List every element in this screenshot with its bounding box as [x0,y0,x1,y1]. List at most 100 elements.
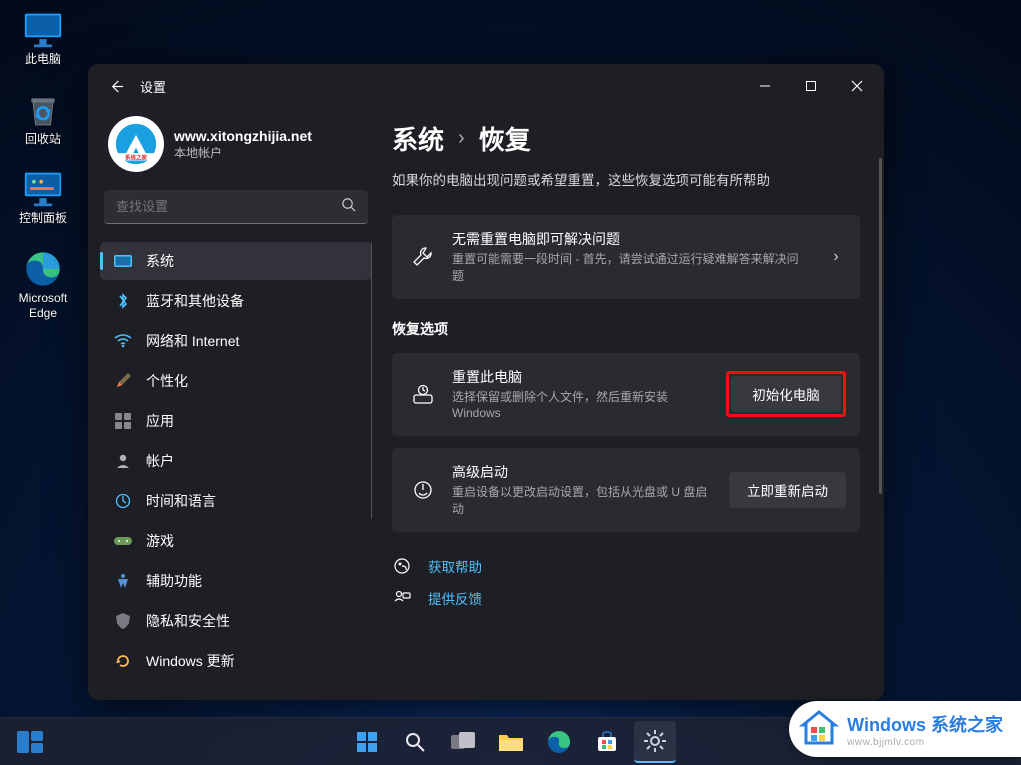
start-button[interactable] [346,721,388,763]
card-troubleshoot[interactable]: 无需重置电脑即可解决问题 重置可能需要一段时间 - 首先，请尝试通过运行疑难解答… [392,215,860,299]
wifi-icon [114,332,132,350]
card-reset-pc: 重置此电脑 选择保留或删除个人文件，然后重新安装 Windows 初始化电脑 [392,353,860,437]
feedback-icon [392,588,412,608]
nav-label: 系统 [146,251,174,271]
profile-type: 本地帐户 [174,144,312,161]
breadcrumb-parent[interactable]: 系统 [392,120,444,157]
clock-globe-icon [114,492,132,510]
nav-time[interactable]: 时间和语言 [100,482,372,520]
watermark-url: www.bjjmlv.com [847,737,1003,748]
nav-apps[interactable]: 应用 [100,402,372,440]
profile[interactable]: 系统之家 www.xitongzhijia.net 本地帐户 [100,108,372,190]
settings-window: 设置 系统之家 www.xitongzhijia.net 本地帐户 [88,64,884,700]
search-box[interactable] [104,190,368,224]
card-desc: 重启设备以更改启动设置，包括从光盘或 U 盘启动 [452,484,713,518]
nav-accessibility[interactable]: 辅助功能 [100,562,372,600]
help-icon [392,556,412,576]
desktop-icons: 此电脑 回收站 控制面板 Microsoft Edge [8,10,78,344]
nav-label: 蓝牙和其他设备 [146,291,244,311]
svg-text:系统之家: 系统之家 [125,154,148,162]
nav-accounts[interactable]: 帐户 [100,442,372,480]
card-title: 高级启动 [452,462,713,482]
edge-icon [21,249,65,289]
advanced-startup-icon [410,477,436,503]
nav-label: 辅助功能 [146,571,202,591]
nav-label: 帐户 [146,451,174,471]
nav-label: 游戏 [146,531,174,551]
apps-icon [114,412,132,430]
sidebar: 系统之家 www.xitongzhijia.net 本地帐户 系统 [88,108,384,700]
reset-pc-icon [410,381,436,407]
recycle-bin-icon [21,90,65,130]
nav-bluetooth[interactable]: 蓝牙和其他设备 [100,282,372,320]
chevron-right-icon: › [458,127,465,150]
minimize-button[interactable] [742,66,788,106]
widgets-button[interactable] [10,726,50,758]
nav-active-indicator [100,252,103,270]
wrench-icon [410,244,436,270]
nav-list: 系统 蓝牙和其他设备 网络和 Internet 个性化 应用 [100,242,372,688]
watermark-brand: Windows 系统之家 [847,715,1003,735]
monitor-icon [21,10,65,50]
nav-gaming[interactable]: 游戏 [100,522,372,560]
titlebar: 设置 [88,64,884,108]
search-icon [341,197,356,217]
search-button[interactable] [394,721,436,763]
system-icon [114,252,132,270]
content-scrollbar[interactable] [879,158,882,700]
nav-label: Windows 更新 [146,651,235,671]
highlight-annotation: 初始化电脑 [726,371,846,417]
icon-label: 回收站 [8,132,78,148]
back-button[interactable] [98,68,134,104]
close-button[interactable] [834,66,880,106]
sidebar-scrollbar[interactable] [371,242,372,688]
chevron-right-icon[interactable]: › [826,248,846,266]
bluetooth-icon [114,292,132,310]
restart-now-button[interactable]: 立即重新启动 [729,472,846,508]
control-panel-icon [21,169,65,209]
profile-name: www.xitongzhijia.net [174,128,312,144]
taskview-button[interactable] [442,721,484,763]
card-desc: 选择保留或删除个人文件，然后重新安装 Windows [452,389,710,423]
nav-network[interactable]: 网络和 Internet [100,322,372,360]
nav-label: 个性化 [146,371,188,391]
content-pane: 系统 › 恢复 如果你的电脑出现问题或希望重置，这些恢复选项可能有所帮助 无需重… [384,108,884,700]
card-title: 重置此电脑 [452,367,710,387]
desktop-icon-control-panel[interactable]: 控制面板 [8,169,78,227]
desktop-icon-edge[interactable]: Microsoft Edge [8,249,78,322]
store-button[interactable] [586,721,628,763]
nav-personalize[interactable]: 个性化 [100,362,372,400]
icon-label: 控制面板 [8,211,78,227]
update-icon [114,652,132,670]
nav-privacy[interactable]: 隐私和安全性 [100,602,372,640]
desktop-icon-this-pc[interactable]: 此电脑 [8,10,78,68]
nav-label: 隐私和安全性 [146,611,230,631]
reset-pc-button[interactable]: 初始化电脑 [731,376,841,412]
page-description: 如果你的电脑出现问题或希望重置，这些恢复选项可能有所帮助 [392,169,860,189]
breadcrumb: 系统 › 恢复 [392,116,860,169]
person-icon [114,452,132,470]
desktop-icon-recycle[interactable]: 回收站 [8,90,78,148]
nav-system[interactable]: 系统 [100,242,372,280]
nav-label: 网络和 Internet [146,331,239,351]
nav-update[interactable]: Windows 更新 [100,642,372,680]
explorer-button[interactable] [490,721,532,763]
feedback-link[interactable]: 提供反馈 [428,588,482,608]
section-heading: 恢复选项 [392,319,860,339]
get-help-link[interactable]: 获取帮助 [428,556,482,576]
link-row-feedback: 提供反馈 [392,582,860,614]
nav-label: 应用 [146,411,174,431]
window-title: 设置 [140,77,166,96]
gaming-icon [114,532,132,550]
settings-button[interactable] [634,721,676,763]
search-input[interactable] [116,199,341,214]
edge-button[interactable] [538,721,580,763]
card-title: 无需重置电脑即可解决问题 [452,229,810,249]
watermark-logo-icon [799,709,839,749]
maximize-button[interactable] [788,66,834,106]
watermark-badge: Windows 系统之家 www.bjjmlv.com [789,701,1021,757]
nav-label: 时间和语言 [146,491,216,511]
accessibility-icon [114,572,132,590]
icon-label: 此电脑 [8,52,78,68]
icon-label: Microsoft Edge [8,291,78,322]
